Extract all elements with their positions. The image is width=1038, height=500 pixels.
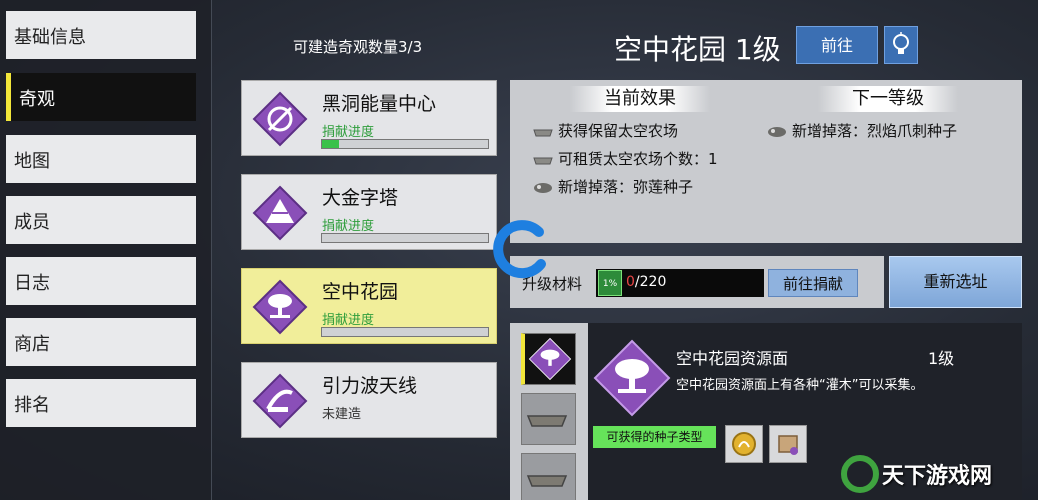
donation-progress-bar <box>321 327 489 337</box>
farm-plate-icon <box>533 129 553 136</box>
sidebar-item-basic-info[interactable]: 基础信息 <box>6 11 196 59</box>
gold-seed-icon <box>732 432 756 456</box>
watermark-text: 天下游戏网 <box>882 464 993 489</box>
wonder-name: 空中花园 <box>322 281 399 303</box>
next-effect-item: 新增掉落：烈焰爪刺种子 <box>766 120 957 141</box>
farm-plate-icon <box>526 475 568 487</box>
resource-name: 空中花园资源面 <box>676 349 789 368</box>
wonder-card-pyramid[interactable]: 大金字塔 捐献进度 <box>241 174 497 250</box>
material-counter: 1% 0/220 <box>596 269 764 297</box>
sidebar-item-ranking[interactable]: 排名 <box>6 379 196 427</box>
tree-icon <box>528 337 572 381</box>
wonder-card-black-hole[interactable]: 黑洞能量中心 捐献进度 <box>241 80 497 156</box>
farm-plate-icon <box>533 157 553 164</box>
resource-thumb[interactable] <box>521 453 576 500</box>
wonder-status: 捐献进度 <box>322 125 375 140</box>
donation-progress-bar <box>321 139 489 149</box>
resource-thumb[interactable] <box>521 333 576 385</box>
material-amount: 0/220 <box>626 274 667 290</box>
current-effect-item: 获得保留太空农场 <box>532 120 678 141</box>
sidebar: 基础信息 奇观 地图 成员 日志 商店 排名 <box>0 0 212 500</box>
page-title: 空中花园 1级 <box>614 33 781 66</box>
seed-types-tag: 可获得的种子类型 <box>593 426 716 448</box>
reselect-button[interactable]: 重新选址 <box>889 256 1022 308</box>
buildable-count: 可建造奇观数量3/3 <box>293 38 423 56</box>
black-hole-icon <box>252 91 308 147</box>
current-effect-item: 可租赁太空农场个数：1 <box>532 148 718 169</box>
sidebar-item-members[interactable]: 成员 <box>6 196 196 244</box>
wonder-status: 捐献进度 <box>322 313 375 328</box>
material-token-icon: 1% <box>598 270 622 296</box>
sidebar-item-label: 排名 <box>14 395 50 416</box>
tree-icon <box>252 279 308 335</box>
pyramid-icon <box>252 185 308 241</box>
watermark: 天下游戏网 <box>840 452 1036 498</box>
sidebar-item-label: 日志 <box>14 273 50 294</box>
sidebar-item-label: 商店 <box>14 334 50 355</box>
sidebar-item-label: 成员 <box>14 212 50 233</box>
antenna-icon <box>252 373 308 429</box>
seed-pod-icon <box>534 182 552 193</box>
donation-progress-bar <box>321 233 489 243</box>
resource-level: 1级 <box>928 349 955 368</box>
sidebar-item-label: 基础信息 <box>14 27 86 48</box>
seed-bag-icon <box>778 435 798 455</box>
seed-item[interactable] <box>769 425 807 463</box>
wonder-card-hanging-garden[interactable]: 空中花园 捐献进度 <box>241 268 497 344</box>
wonder-status: 未建造 <box>322 407 362 422</box>
next-level-title: 下一等级 <box>818 86 958 112</box>
donate-button[interactable]: 前往捐献 <box>768 269 858 297</box>
resource-description: 空中花园资源面上有各种“灌木”可以采集。 <box>676 378 924 393</box>
goto-button[interactable]: 前往 <box>796 26 878 64</box>
current-effect-title: 当前效果 <box>570 86 710 112</box>
sidebar-item-shop[interactable]: 商店 <box>6 318 196 366</box>
wonder-name: 大金字塔 <box>322 187 399 209</box>
site-logo-icon <box>841 455 879 493</box>
sidebar-item-log[interactable]: 日志 <box>6 257 196 305</box>
site-logo-icon <box>493 220 546 279</box>
effects-panel: 当前效果 下一等级 获得保留太空农场 可租赁太空农场个数：1 新增掉落：弥莲种子… <box>510 80 1022 243</box>
seed-pod-icon <box>768 126 786 137</box>
wonder-status: 捐献进度 <box>322 219 375 234</box>
sidebar-item-wonders[interactable]: 奇观 <box>6 73 196 121</box>
lightbulb-icon <box>893 32 909 54</box>
seed-item[interactable] <box>725 425 763 463</box>
tree-icon <box>593 339 671 417</box>
current-effect-item: 新增掉落：弥莲种子 <box>532 176 693 197</box>
hint-button[interactable] <box>884 26 918 64</box>
wonder-card-gravity-antenna[interactable]: 引力波天线 未建造 <box>241 362 497 438</box>
resource-thumb[interactable] <box>521 393 576 445</box>
wonder-name: 引力波天线 <box>322 375 418 397</box>
sidebar-item-map[interactable]: 地图 <box>6 135 196 183</box>
upgrade-panel: 升级材料 1% 0/220 前往捐献 <box>510 256 884 308</box>
sidebar-item-label: 地图 <box>14 151 50 172</box>
farm-plate-icon <box>526 415 568 427</box>
wonder-name: 黑洞能量中心 <box>322 93 437 115</box>
sidebar-item-label: 奇观 <box>19 89 55 110</box>
progress-fill <box>322 140 339 148</box>
